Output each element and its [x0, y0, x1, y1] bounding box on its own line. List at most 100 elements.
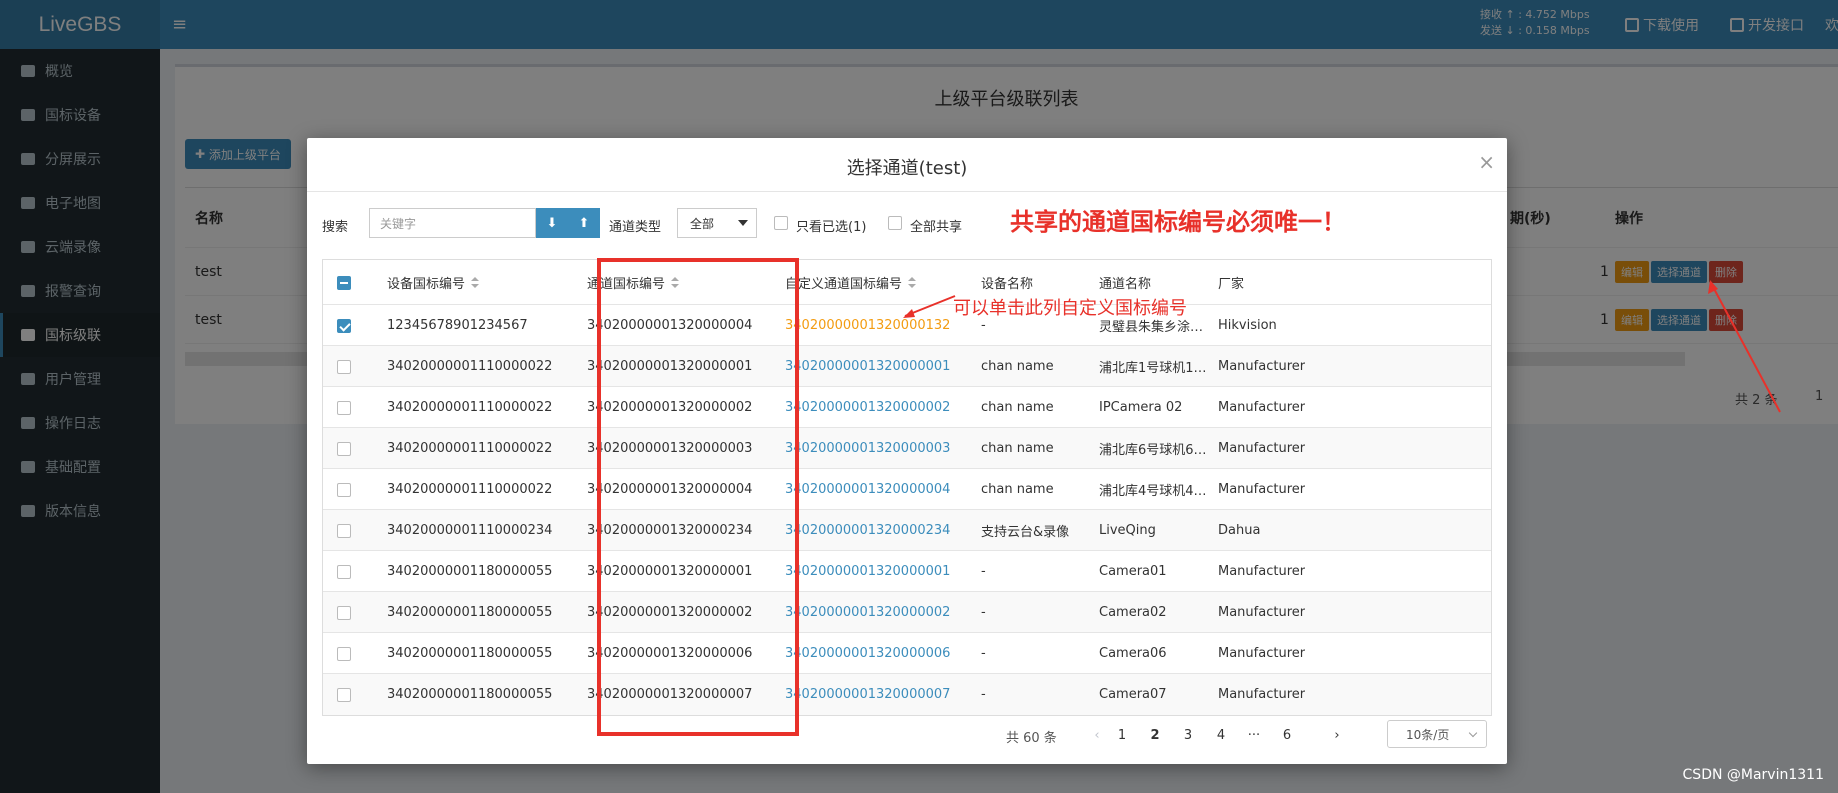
pager-page[interactable]: 3 — [1173, 720, 1203, 750]
device-id-cell: 34020000001110000022 — [387, 400, 553, 415]
channel-id-cell: 34020000001320000002 — [587, 605, 753, 620]
import-button[interactable]: ⬇ — [536, 208, 568, 238]
select-all-checkbox[interactable] — [337, 260, 351, 305]
table-row[interactable]: 34020000001110000022 34020000001320000004… — [323, 469, 1491, 510]
share-all-checkbox[interactable] — [888, 216, 902, 230]
row-select-cell[interactable] — [337, 428, 351, 469]
row-checkbox[interactable] — [337, 523, 351, 538]
row-checkbox[interactable] — [337, 646, 351, 661]
channel-type-value: 全部 — [690, 216, 715, 231]
channel-name-cell: Camera07 — [1099, 687, 1167, 702]
table-row[interactable]: 34020000001180000055 34020000001320000002… — [323, 592, 1491, 633]
channel-id-cell: 34020000001320000004 — [587, 482, 753, 497]
device-name-cell: - — [981, 646, 986, 661]
row-select-cell[interactable] — [337, 469, 351, 510]
row-checkbox[interactable] — [337, 359, 351, 374]
vendor-cell: Dahua — [1218, 523, 1261, 538]
pager-total: 共 60 条 — [1006, 731, 1057, 746]
device-name-cell: - — [981, 564, 986, 579]
col-device-id[interactable]: 设备国标编号 — [387, 260, 480, 305]
pagination: 共 60 条 ‹ 1 2 3 4 ··· 6 › 10条/页 — [322, 720, 1492, 750]
row-select-cell[interactable] — [337, 674, 351, 715]
channel-name-cell: 浦北库4号球机4… — [1099, 484, 1207, 499]
custom-id-link[interactable]: 34020000001320000002 — [785, 592, 950, 633]
pager-page[interactable]: 6 — [1272, 720, 1302, 750]
page-size-select[interactable]: 10条/页 — [1387, 720, 1487, 748]
sort-icon — [471, 276, 480, 289]
row-select-cell[interactable] — [337, 510, 351, 551]
table-row[interactable]: 34020000001110000022 34020000001320000003… — [323, 428, 1491, 469]
channel-id-cell: 34020000001320000001 — [587, 564, 753, 579]
vendor-cell: Manufacturer — [1218, 564, 1306, 579]
table-row[interactable]: 34020000001110000022 34020000001320000002… — [323, 387, 1491, 428]
device-name-cell: - — [981, 687, 986, 702]
custom-id-link[interactable]: 34020000001320000132 — [785, 305, 950, 346]
device-name-cell: chan name — [981, 482, 1054, 497]
custom-id-link[interactable]: 34020000001320000004 — [785, 469, 950, 510]
device-name-cell: chan name — [981, 400, 1054, 415]
channel-id-cell: 34020000001320000001 — [587, 359, 753, 374]
col-device-id-label: 设备国标编号 — [387, 277, 466, 292]
row-select-cell[interactable] — [337, 633, 351, 674]
close-icon[interactable]: × — [1478, 150, 1495, 174]
row-checkbox[interactable] — [337, 687, 351, 702]
row-select-cell[interactable] — [337, 551, 351, 592]
table-row[interactable]: 34020000001180000055 34020000001320000001… — [323, 551, 1491, 592]
custom-id-link[interactable]: 34020000001320000007 — [785, 674, 950, 715]
col-custom-id[interactable]: 自定义通道国标编号 — [785, 260, 917, 305]
row-checkbox[interactable] — [337, 441, 351, 456]
export-button[interactable]: ⬆ — [568, 208, 600, 238]
pager-page[interactable]: 4 — [1206, 720, 1236, 750]
pager-next[interactable]: › — [1322, 720, 1352, 750]
custom-id-link[interactable]: 34020000001320000003 — [785, 428, 950, 469]
custom-id-link[interactable]: 34020000001320000001 — [785, 346, 950, 387]
page-size-value: 10条/页 — [1406, 727, 1450, 742]
select-channel-dialog: 选择通道(test) × 搜索 关键字 ⬇ ⬆ 通道类型 全部 只看已选(1) … — [307, 138, 1507, 764]
col-channel-id-label: 通道国标编号 — [587, 277, 666, 292]
custom-id-link[interactable]: 34020000001320000234 — [785, 510, 950, 551]
device-id-cell: 34020000001180000055 — [387, 687, 553, 702]
vendor-cell: Manufacturer — [1218, 482, 1306, 497]
device-name-cell: - — [981, 605, 986, 620]
only-selected-checkbox[interactable] — [774, 216, 788, 230]
row-select-cell[interactable] — [337, 387, 351, 428]
only-selected-label: 只看已选(1) — [796, 220, 867, 235]
pager-page[interactable]: 2 — [1140, 720, 1170, 750]
row-select-cell[interactable] — [337, 346, 351, 387]
device-name-cell: chan name — [981, 441, 1054, 456]
col-channel-id[interactable]: 通道国标编号 — [587, 260, 680, 305]
vendor-cell: Manufacturer — [1218, 441, 1306, 456]
table-row[interactable]: 12345678901234567 34020000001320000004 340… — [323, 305, 1491, 346]
pager-page[interactable]: 1 — [1107, 720, 1137, 750]
device-id-cell: 34020000001110000022 — [387, 359, 553, 374]
download-icon: ⬇ — [546, 215, 558, 231]
search-input[interactable]: 关键字 — [369, 208, 536, 238]
row-select-cell[interactable] — [337, 305, 351, 346]
custom-id-link[interactable]: 34020000001320000001 — [785, 551, 950, 592]
channel-name-cell: LiveQing — [1099, 523, 1156, 538]
table-row[interactable]: 34020000001180000055 34020000001320000007… — [323, 674, 1491, 715]
custom-id-link[interactable]: 34020000001320000006 — [785, 633, 950, 674]
vendor-cell: Manufacturer — [1218, 646, 1306, 661]
table-row[interactable]: 34020000001180000055 34020000001320000006… — [323, 633, 1491, 674]
row-select-cell[interactable] — [337, 592, 351, 633]
row-checkbox[interactable] — [337, 318, 351, 333]
channel-type-select[interactable]: 全部 — [677, 208, 757, 238]
upload-icon: ⬆ — [578, 215, 590, 231]
device-name-cell: chan name — [981, 359, 1054, 374]
device-name-cell: 支持云台&录像 — [981, 525, 1070, 540]
row-checkbox[interactable] — [337, 564, 351, 579]
row-checkbox[interactable] — [337, 400, 351, 415]
row-checkbox[interactable] — [337, 482, 351, 497]
channel-name-cell: Camera06 — [1099, 646, 1167, 661]
table-row[interactable]: 34020000001110000234 34020000001320000234… — [323, 510, 1491, 551]
table-row[interactable]: 34020000001110000022 34020000001320000001… — [323, 346, 1491, 387]
channel-id-cell: 34020000001320000002 — [587, 400, 753, 415]
pager-page[interactable]: ··· — [1239, 720, 1269, 750]
row-checkbox[interactable] — [337, 605, 351, 620]
custom-id-link[interactable]: 34020000001320000002 — [785, 387, 950, 428]
dialog-toolbar: 搜索 关键字 ⬇ ⬆ 通道类型 全部 只看已选(1) 全部共享 共享的通道国标编… — [322, 208, 1492, 240]
warning-annotation: 共享的通道国标编号必须唯一！ — [1010, 208, 1346, 236]
channel-name-cell: IPCamera 02 — [1099, 400, 1183, 415]
channel-type-label: 通道类型 — [609, 220, 662, 235]
